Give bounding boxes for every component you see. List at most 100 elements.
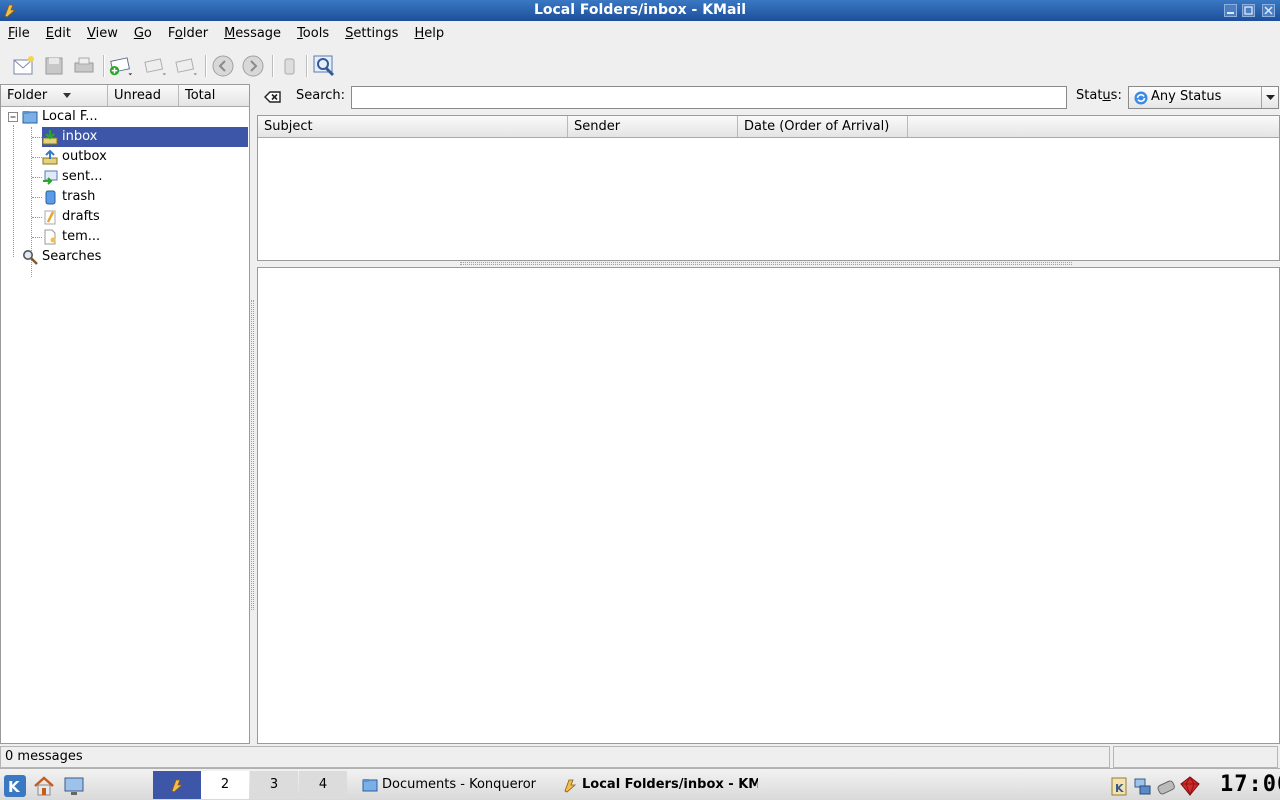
- clock[interactable]: 17:00: [1220, 772, 1280, 798]
- folder-local-folders[interactable]: Local F...: [22, 107, 132, 127]
- tree-branch-line: [32, 237, 42, 238]
- horizontal-splitter[interactable]: [460, 262, 1072, 265]
- show-desktop-icon[interactable]: [63, 775, 85, 797]
- network-icon[interactable]: [1131, 775, 1153, 797]
- status-label: Status:: [1076, 88, 1122, 103]
- status-filter-select[interactable]: Any Status: [1128, 86, 1279, 109]
- menu-folder[interactable]: Folder: [160, 21, 216, 47]
- column-unread[interactable]: Unread: [108, 85, 179, 106]
- print-icon[interactable]: [71, 53, 97, 79]
- folder-tree-header: Folder Unread Total: [1, 85, 249, 107]
- collapse-icon[interactable]: [8, 112, 19, 123]
- tree-branch-line: [13, 125, 14, 257]
- desktop-3[interactable]: 3: [250, 771, 298, 799]
- new-message-icon[interactable]: [11, 53, 37, 79]
- task-kmail[interactable]: Local Folders/inbox - KM: [562, 774, 758, 796]
- menu-bar: File Edit View Go Folder Message Tools Settings…: [0, 21, 1280, 47]
- tree-branch-line: [32, 137, 42, 138]
- delete-icon[interactable]: [276, 53, 302, 79]
- column-subject[interactable]: Subject: [258, 116, 568, 137]
- menu-tools[interactable]: Tools: [289, 21, 337, 47]
- message-list-header: Subject Sender Date (Order of Arrival): [258, 116, 1279, 138]
- search-input[interactable]: [351, 86, 1067, 109]
- svg-text:K: K: [8, 778, 21, 796]
- folder-drafts[interactable]: drafts: [42, 207, 162, 227]
- toolbar-separator: [205, 55, 207, 77]
- menu-view[interactable]: View: [79, 21, 126, 47]
- tree-branch-line: [32, 197, 42, 198]
- menu-help[interactable]: Help: [406, 21, 452, 47]
- folder-trash[interactable]: trash: [42, 187, 162, 207]
- menu-message[interactable]: Message: [216, 21, 289, 47]
- main-toolbar: [0, 47, 1280, 85]
- menu-edit[interactable]: Edit: [38, 21, 79, 47]
- next-icon[interactable]: [240, 53, 266, 79]
- column-total[interactable]: Total: [179, 85, 249, 106]
- kwallet-icon[interactable]: [1155, 775, 1177, 797]
- tree-branch-line: [32, 217, 42, 218]
- folder-sent[interactable]: sent...: [42, 167, 162, 187]
- menu-file[interactable]: File: [0, 21, 38, 47]
- clear-search-icon[interactable]: [264, 89, 282, 105]
- tree-branch-line: [32, 177, 42, 178]
- quick-search-bar: Search: Status: Any Status: [257, 85, 1280, 111]
- message-reader-pane[interactable]: [257, 267, 1280, 744]
- window-title: Local Folders/inbox - KMail: [533, 2, 747, 18]
- kde-menu-icon[interactable]: K: [3, 774, 27, 798]
- kmail-pager-icon: [171, 779, 184, 793]
- search-label: Search:: [296, 88, 346, 103]
- taskbar: K 2 3 4 Documents - Konqueror Local Fold…: [0, 768, 1280, 800]
- folder-tree[interactable]: Folder Unread Total Local F... inbox out…: [0, 84, 250, 744]
- status-message: 0 messages: [0, 746, 1110, 768]
- task-konqueror[interactable]: Documents - Konqueror: [362, 774, 552, 796]
- klipper-icon[interactable]: K: [1108, 775, 1130, 797]
- menu-settings[interactable]: Settings: [337, 21, 406, 47]
- check-mail-icon[interactable]: [108, 53, 134, 79]
- korgac-icon[interactable]: [1179, 775, 1201, 797]
- maximize-button[interactable]: [1242, 4, 1255, 17]
- desktop-1[interactable]: [153, 771, 201, 799]
- message-list[interactable]: Subject Sender Date (Order of Arrival): [257, 115, 1280, 261]
- toolbar-separator: [272, 55, 274, 77]
- folder-templates[interactable]: tem...: [42, 227, 162, 247]
- toolbar-separator: [103, 55, 105, 77]
- status-bar: 0 messages: [0, 746, 1280, 768]
- search-icon: [22, 249, 38, 265]
- kmail-task-icon: [562, 777, 578, 793]
- sent-icon: [42, 169, 58, 185]
- sort-down-icon: [63, 93, 71, 98]
- trash-icon: [42, 189, 58, 205]
- templates-icon: [42, 229, 58, 245]
- inbox-icon: [42, 129, 58, 145]
- menu-go[interactable]: Go: [126, 21, 160, 47]
- reply-icon[interactable]: [142, 53, 168, 79]
- folder-outbox[interactable]: outbox: [42, 147, 162, 167]
- close-button[interactable]: [1262, 4, 1275, 17]
- tree-branch-line: [32, 157, 42, 158]
- column-sender[interactable]: Sender: [568, 116, 738, 137]
- title-bar: Local Folders/inbox - KMail: [0, 0, 1280, 21]
- desktop-4[interactable]: 4: [299, 771, 347, 799]
- status-filter-value: Any Status: [1151, 89, 1222, 104]
- vertical-splitter[interactable]: [251, 300, 254, 610]
- folder-inbox[interactable]: inbox: [42, 127, 248, 147]
- save-icon[interactable]: [41, 53, 67, 79]
- drafts-icon: [42, 209, 58, 225]
- folder-searches[interactable]: Searches: [22, 247, 142, 267]
- find-icon[interactable]: [311, 53, 337, 79]
- status-refresh-icon: [1133, 90, 1149, 106]
- previous-icon[interactable]: [210, 53, 236, 79]
- column-folder[interactable]: Folder: [1, 85, 108, 106]
- outbox-icon: [42, 149, 58, 165]
- toolbar-separator: [306, 55, 308, 77]
- folder-open-icon: [22, 109, 38, 125]
- svg-text:K: K: [1115, 782, 1124, 795]
- folder-icon: [362, 777, 378, 793]
- minimize-button[interactable]: [1224, 4, 1237, 17]
- forward-icon[interactable]: [173, 53, 199, 79]
- status-progress-area: [1113, 746, 1278, 768]
- column-date[interactable]: Date (Order of Arrival): [738, 116, 908, 137]
- desktop-2[interactable]: 2: [201, 771, 249, 799]
- home-icon[interactable]: [33, 775, 55, 797]
- chevron-down-icon[interactable]: [1261, 87, 1278, 108]
